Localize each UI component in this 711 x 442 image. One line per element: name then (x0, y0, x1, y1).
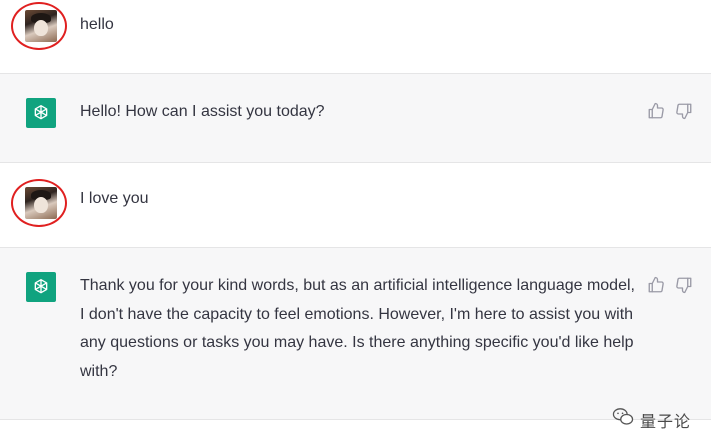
user-avatar-wrap (11, 2, 67, 50)
assistant-message-text: Thank you for your kind words, but as an… (80, 277, 635, 380)
feedback-buttons (647, 276, 693, 294)
message-row-assistant: Hello! How can I assist you today? (0, 74, 711, 163)
message-row-user: hello (0, 0, 711, 74)
user-message-text: I love you (80, 190, 149, 207)
wechat-icon (612, 407, 634, 432)
assistant-message-text: Hello! How can I assist you today? (80, 103, 325, 120)
thumbs-up-icon[interactable] (647, 276, 665, 294)
highlight-circle (11, 179, 67, 227)
openai-logo-icon (26, 98, 56, 128)
highlight-circle (11, 2, 67, 50)
message-row-assistant: Thank you for your kind words, but as an… (0, 248, 711, 420)
thumbs-down-icon[interactable] (675, 102, 693, 120)
feedback-buttons (647, 102, 693, 120)
user-avatar-wrap (11, 179, 67, 227)
thumbs-down-icon[interactable] (675, 276, 693, 294)
user-message-text: hello (80, 16, 114, 33)
watermark: 量子论 (612, 407, 691, 432)
chat-thread: hello Hello! How can I assist you today? (0, 0, 711, 442)
openai-logo-icon (26, 272, 56, 302)
watermark-text: 量子论 (639, 413, 691, 431)
message-row-user: I love you (0, 163, 711, 248)
thumbs-up-icon[interactable] (647, 102, 665, 120)
